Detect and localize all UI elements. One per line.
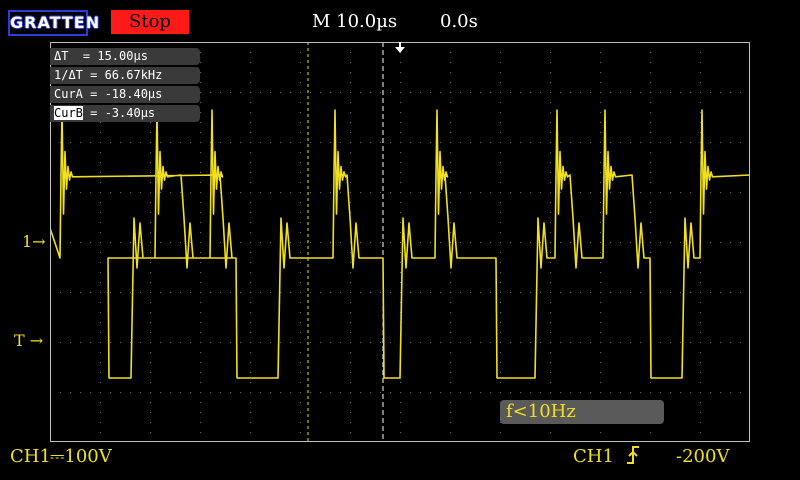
cursor-a-readout: CurA = -18.40µs bbox=[50, 86, 200, 103]
ch1-label[interactable]: CH1 bbox=[10, 446, 51, 467]
cursor-b-value: = -3.40µs bbox=[82, 106, 156, 120]
timebase-readout[interactable]: M 10.0µs bbox=[312, 11, 397, 32]
trigger-source-label[interactable]: CH1 bbox=[573, 446, 614, 467]
brand-logo: GRATTEN bbox=[8, 10, 99, 36]
horizontal-delay-readout[interactable]: 0.0s bbox=[440, 11, 478, 32]
oscilloscope-screen: GRATTEN Stop M 10.0µs 0.0s ΔT = 15.00µs … bbox=[0, 0, 800, 480]
ch1-scale-readout[interactable]: ⎓100V bbox=[50, 446, 112, 467]
cursor-readout-panel: ΔT = 15.00µs 1/ΔT = 66.67kHz CurA = -18.… bbox=[50, 48, 200, 124]
delta-t-readout: ΔT = 15.00µs bbox=[50, 48, 200, 65]
frequency-readout: f<10Hz bbox=[500, 400, 664, 424]
run-stop-button[interactable]: Stop bbox=[111, 10, 189, 34]
trigger-position-icon[interactable] bbox=[393, 42, 407, 54]
cursor-b-readout: CurB = -3.40µs bbox=[50, 105, 200, 122]
trigger-level-marker[interactable]: T → bbox=[14, 331, 43, 350]
cursor-b-label: CurB bbox=[54, 106, 83, 120]
ch1-ground-marker[interactable]: 1→ bbox=[22, 232, 46, 251]
trigger-level-readout[interactable]: -200V bbox=[676, 446, 729, 467]
inverse-delta-t-readout: 1/ΔT = 66.67kHz bbox=[50, 67, 200, 84]
rising-edge-icon[interactable] bbox=[625, 444, 641, 466]
